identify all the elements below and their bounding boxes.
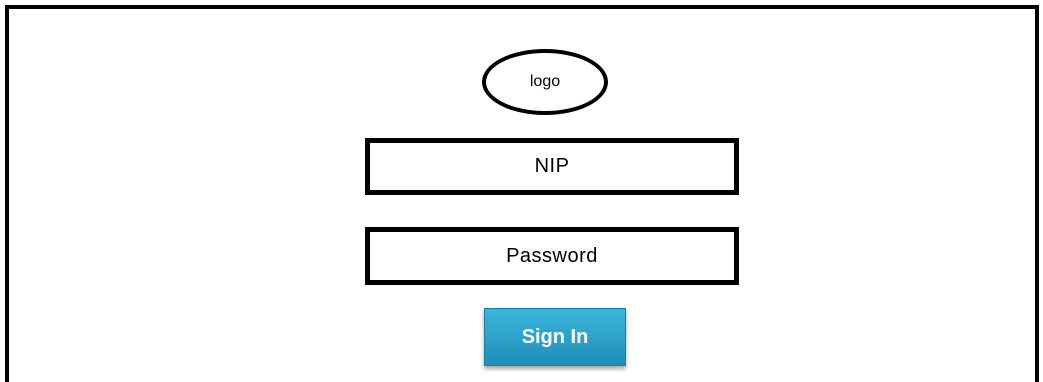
sign-in-button[interactable]: Sign In <box>484 308 626 366</box>
password-field-label: Password <box>506 244 598 267</box>
sign-in-button-label: Sign In <box>521 325 589 348</box>
nip-field[interactable]: NIP <box>365 138 739 195</box>
password-field[interactable]: Password <box>365 227 739 285</box>
logo-label: logo <box>529 73 561 90</box>
logo-placeholder: logo <box>482 49 608 115</box>
nip-field-label: NIP <box>534 155 570 177</box>
